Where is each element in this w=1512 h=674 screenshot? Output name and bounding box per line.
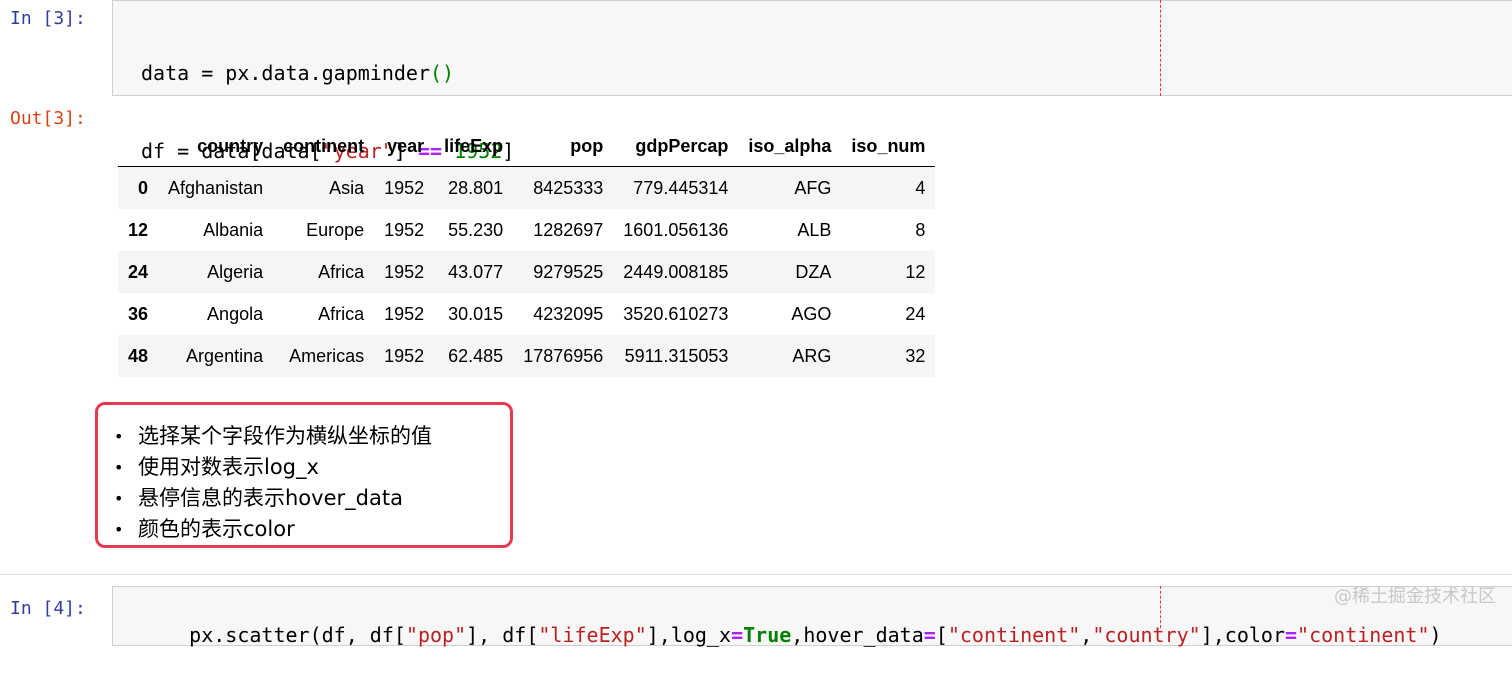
table-row: 36 Angola Africa 1952 30.015 4232095 352… — [118, 293, 936, 335]
table-cell: 1952 — [384, 177, 425, 198]
bullet-icon: • — [114, 489, 124, 508]
table-cell: 32 — [905, 345, 926, 366]
table-cell: 3520.610273 — [623, 303, 729, 324]
table-cell: ARG — [792, 345, 832, 366]
list-item: • 选择某个字段作为横纵坐标的值 — [114, 421, 432, 452]
cell3-out-prompt: Out[3]: — [10, 108, 86, 129]
table-cell: 24 — [905, 303, 926, 324]
table-cell: 1282697 — [533, 219, 604, 240]
table-cell: 1952 — [384, 345, 425, 366]
annotation-box: • 选择某个字段作为横纵坐标的值 • 使用对数表示log_x • 悬停信息的表示hov… — [95, 402, 513, 548]
table-cell: Africa — [318, 303, 365, 324]
table-cell: Americas — [289, 345, 365, 366]
cell4-in-prompt: In [4]: — [10, 598, 86, 619]
table-cell: Europe — [306, 219, 365, 240]
bullet-icon: • — [114, 427, 124, 446]
annotation-list: • 选择某个字段作为横纵坐标的值 • 使用对数表示log_x • 悬停信息的表示hov… — [114, 421, 432, 545]
table-cell: 28.801 — [448, 177, 504, 198]
table-cell: 1952 — [384, 219, 425, 240]
line-length-ruler — [1160, 586, 1161, 628]
table-cell: 8 — [915, 219, 926, 240]
table-cell: AFG — [794, 177, 832, 198]
column-header: year — [374, 126, 435, 167]
table-cell: Angola — [207, 303, 264, 324]
table-cell: 4232095 — [533, 303, 604, 324]
bullet-icon: • — [114, 520, 124, 539]
column-header: iso_num — [841, 126, 936, 167]
cell3-in-prompt: In [3]: — [10, 8, 86, 29]
row-index: 12 — [128, 219, 149, 240]
index-header — [118, 126, 159, 167]
table-row: 0 Afghanistan Asia 1952 28.801 8425333 7… — [118, 166, 936, 209]
cell4-code-editor[interactable]: px.scatter(df, df["pop"], df["lifeExp"],… — [112, 586, 1512, 647]
table-cell: Africa — [318, 261, 365, 282]
list-item: • 悬停信息的表示hover_data — [114, 483, 432, 514]
dataframe-table: country continent year lifeExp pop gdpPe… — [118, 126, 936, 377]
row-index: 48 — [128, 345, 149, 366]
table-cell: Argentina — [186, 345, 264, 366]
watermark-text: @稀土掘金技术社区 — [1334, 586, 1496, 607]
table-cell: Algeria — [207, 261, 264, 282]
table-cell: 1601.056136 — [623, 219, 729, 240]
table-cell: 9279525 — [533, 261, 604, 282]
column-header: country — [158, 126, 274, 167]
bullet-icon: • — [114, 458, 124, 477]
table-cell: 62.485 — [448, 345, 504, 366]
table-cell: Asia — [329, 177, 365, 198]
row-index: 0 — [138, 177, 149, 198]
column-header: gdpPercap — [613, 126, 739, 167]
cell4-code: px.scatter(df, df["pop"], df["lifeExp"],… — [189, 623, 1442, 647]
table-cell: DZA — [795, 261, 832, 282]
table-header-row: country continent year lifeExp pop gdpPe… — [118, 126, 936, 167]
list-item: • 颜色的表示color — [114, 514, 432, 545]
list-item: • 使用对数表示log_x — [114, 452, 432, 483]
table-cell: 1952 — [384, 261, 425, 282]
row-index: 24 — [128, 261, 149, 282]
table-cell: 2449.008185 — [623, 261, 729, 282]
code-line-1: data = px.data.gapminder() — [141, 61, 455, 85]
table-cell: 5911.315053 — [624, 345, 729, 366]
table-cell: 55.230 — [448, 219, 504, 240]
cell3-code-editor[interactable]: data = px.data.gapminder() df = data[dat… — [112, 0, 1512, 241]
table-cell: 12 — [905, 261, 926, 282]
column-header: pop — [513, 126, 614, 167]
table-cell: ALB — [797, 219, 832, 240]
table-cell: 1952 — [384, 303, 425, 324]
table-cell: 4 — [915, 177, 926, 198]
line-length-ruler — [1160, 0, 1161, 96]
table-cell: AGO — [791, 303, 832, 324]
table-row: 48 Argentina Americas 1952 62.485 178769… — [118, 335, 936, 377]
table-cell: 30.015 — [448, 303, 504, 324]
column-header: continent — [273, 126, 375, 167]
column-header: lifeExp — [434, 126, 514, 167]
table-row: 24 Algeria Africa 1952 43.077 9279525 24… — [118, 251, 936, 293]
table-cell: 17876956 — [523, 345, 604, 366]
row-index: 36 — [128, 303, 149, 324]
table-cell: Albania — [203, 219, 264, 240]
table-cell: Afghanistan — [168, 177, 264, 198]
table-cell: 8425333 — [533, 177, 604, 198]
table-row: 12 Albania Europe 1952 55.230 1282697 16… — [118, 209, 936, 251]
cell-divider — [0, 574, 1512, 575]
table-cell: 43.077 — [448, 261, 504, 282]
column-header: iso_alpha — [738, 126, 842, 167]
table-cell: 779.445314 — [633, 177, 729, 198]
